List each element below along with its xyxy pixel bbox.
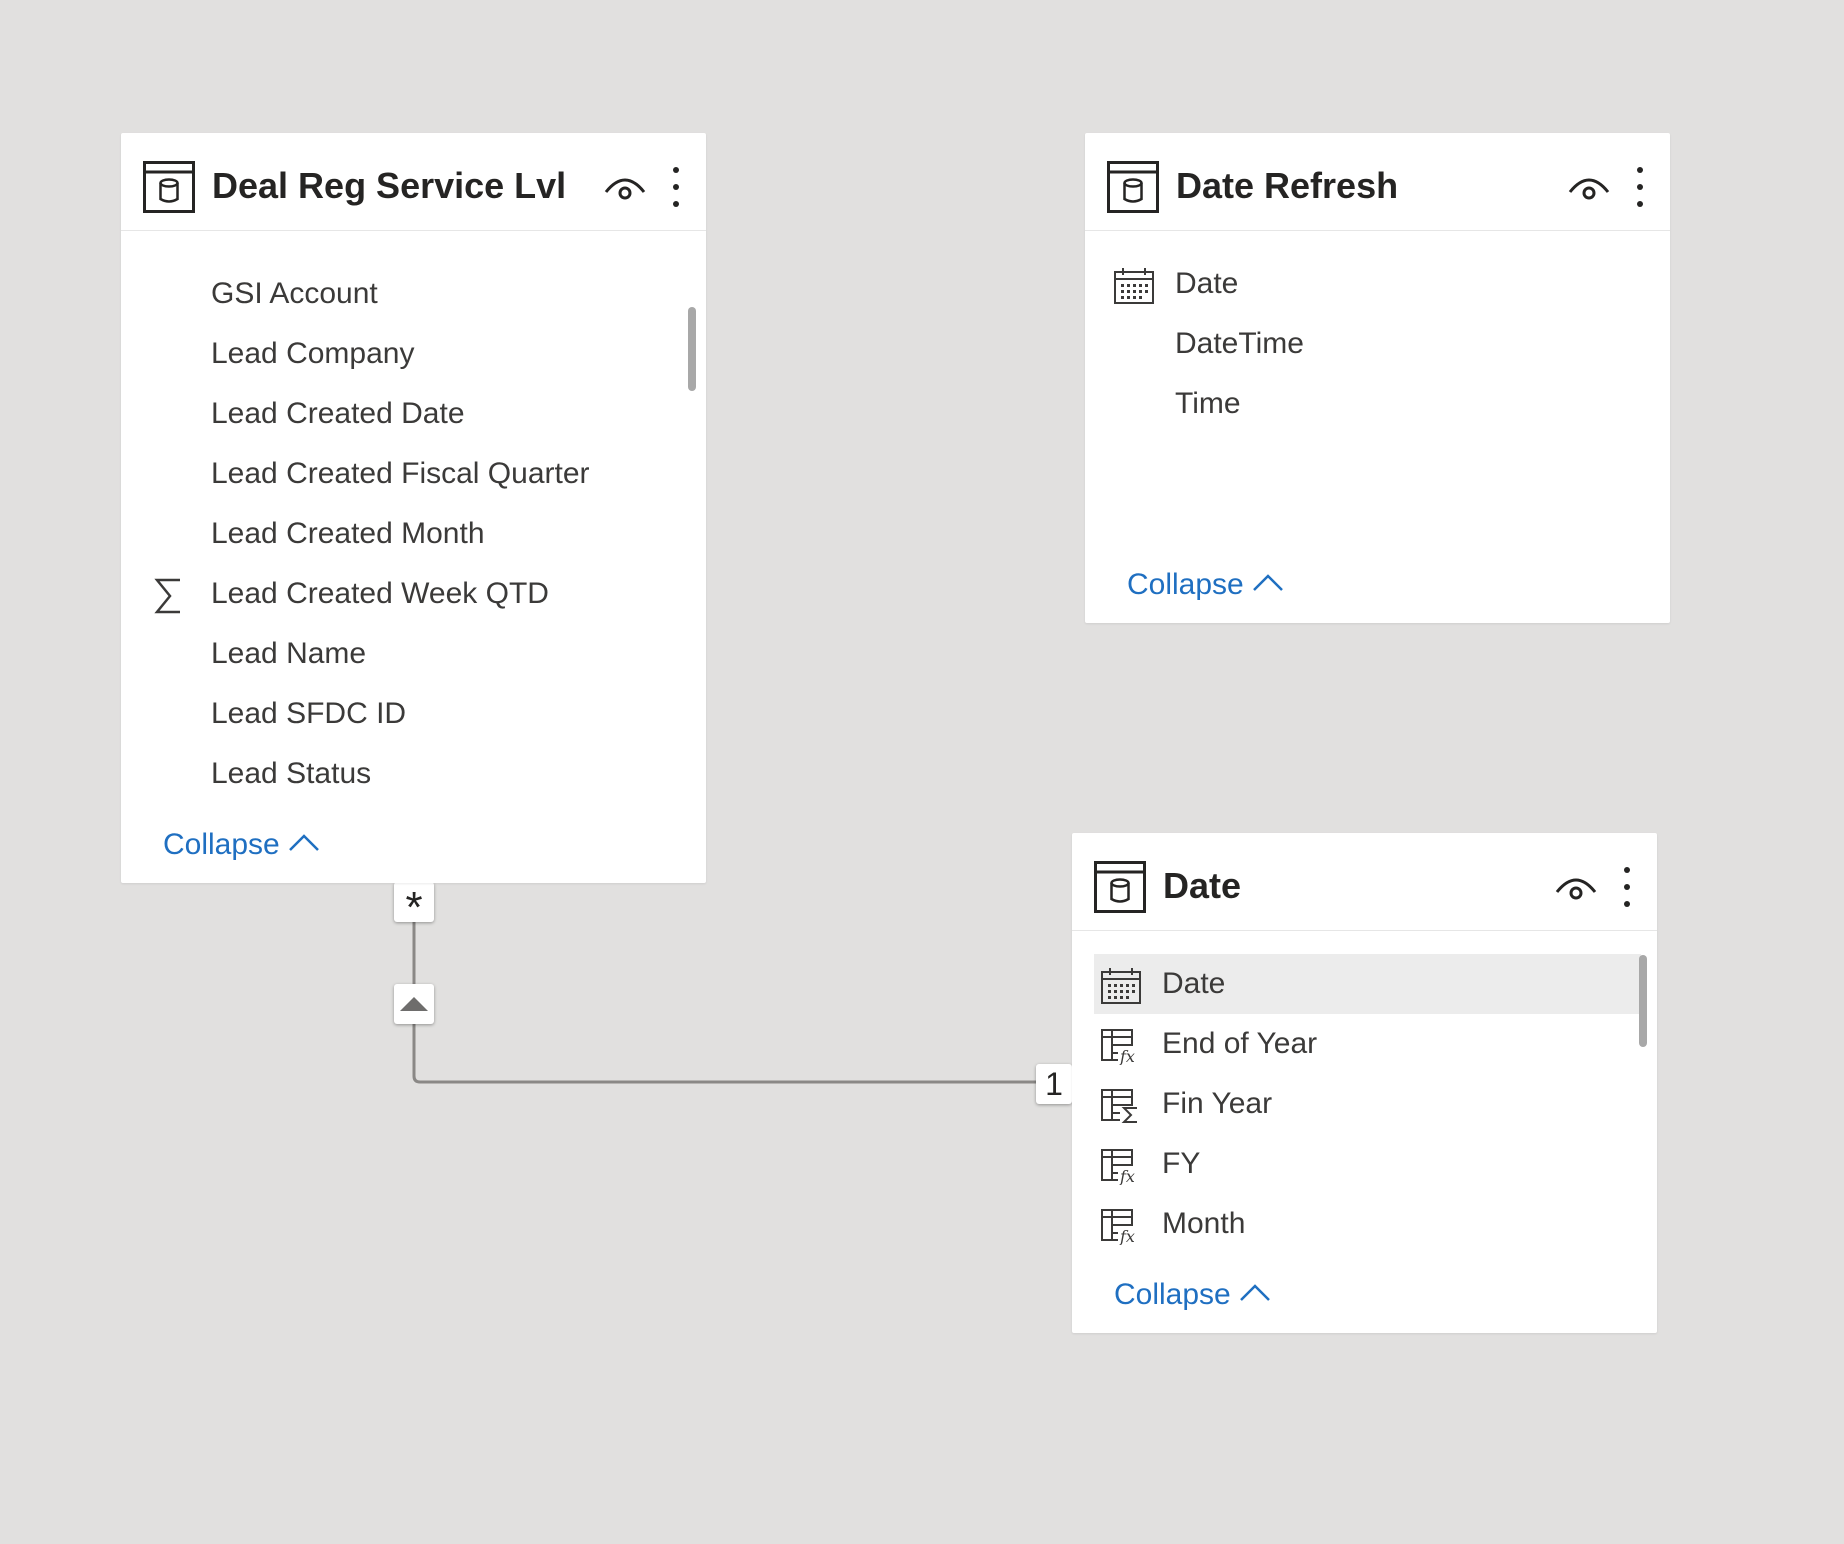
- chevron-up-icon: [1239, 1284, 1270, 1301]
- many-cardinality-badge[interactable]: *: [394, 882, 434, 932]
- field-row[interactable]: Time: [1085, 374, 1670, 434]
- field-label: Date: [1162, 967, 1226, 1000]
- field-label: Fin Year: [1162, 1087, 1273, 1120]
- table-title: Date Refresh: [1176, 165, 1399, 206]
- table-card-date-refresh[interactable]: Date Refresh Date DateTime Time Collapse: [1085, 133, 1670, 623]
- field-row[interactable]: Lead Status: [121, 744, 706, 804]
- eye-icon[interactable]: [1554, 870, 1598, 904]
- field-label: Date: [1175, 267, 1239, 300]
- svg-text:fx: fx: [1119, 1227, 1135, 1245]
- field-row[interactable]: Lead Created Date: [121, 384, 706, 444]
- calculated-sum-column-icon: [1101, 1089, 1142, 1125]
- calendar-icon: [1114, 268, 1154, 304]
- field-label: DateTime: [1175, 327, 1304, 360]
- collapse-label: Collapse: [1114, 1278, 1231, 1311]
- field-label: Lead Created Month: [211, 517, 485, 550]
- one-cardinality-label: 1: [1045, 1066, 1063, 1102]
- field-row[interactable]: fx Month: [1072, 1194, 1657, 1254]
- table-title: Date: [1163, 865, 1242, 906]
- field-label: Lead Status: [211, 757, 372, 790]
- table-icon: [1107, 161, 1159, 213]
- arrow-up-icon: [400, 997, 428, 1011]
- calculated-column-icon: fx: [1101, 1209, 1142, 1245]
- model-diagram-canvas[interactable]: * 1 Deal Reg Service Lvl GSI Account Lea…: [0, 0, 1844, 1544]
- field-row[interactable]: Lead SFDC ID: [121, 684, 706, 744]
- eye-icon[interactable]: [1567, 170, 1611, 204]
- field-row[interactable]: fx End of Year: [1072, 1014, 1657, 1074]
- many-cardinality-label: *: [405, 883, 423, 932]
- field-label: Lead Created Date: [211, 397, 465, 430]
- collapse-label: Collapse: [163, 828, 280, 861]
- field-label: GSI Account: [211, 277, 378, 310]
- sigma-icon: [154, 578, 180, 614]
- table-card-date[interactable]: Date Date fx End of Year Fin Year fx FY …: [1072, 833, 1657, 1333]
- field-label: FY: [1162, 1147, 1201, 1180]
- table-icon: [143, 161, 195, 213]
- field-row-selected[interactable]: Date: [1094, 954, 1641, 1014]
- calculated-column-icon: fx: [1101, 1029, 1142, 1065]
- table-header[interactable]: Date: [1072, 833, 1657, 931]
- field-row[interactable]: Lead Created Fiscal Quarter: [121, 444, 706, 504]
- field-row[interactable]: Lead Created Month: [121, 504, 706, 564]
- table-title: Deal Reg Service Lvl: [212, 165, 567, 206]
- field-label: Lead Name: [211, 637, 367, 670]
- chevron-up-icon: [1252, 574, 1283, 591]
- field-row[interactable]: GSI Account: [121, 264, 706, 324]
- field-label: Lead Created Fiscal Quarter: [211, 457, 590, 490]
- field-row[interactable]: Fin Year: [1072, 1074, 1657, 1134]
- field-row[interactable]: DateTime: [1085, 314, 1670, 374]
- field-label: Lead Company: [211, 337, 415, 370]
- scrollbar-thumb[interactable]: [688, 307, 696, 391]
- svg-text:fx: fx: [1119, 1167, 1135, 1185]
- collapse-button[interactable]: Collapse: [1114, 1273, 1271, 1317]
- table-header[interactable]: Date Refresh: [1085, 133, 1670, 231]
- svg-text:fx: fx: [1119, 1047, 1135, 1065]
- more-options-icon[interactable]: [670, 165, 682, 209]
- more-options-icon[interactable]: [1621, 865, 1633, 909]
- field-row[interactable]: fx FY: [1072, 1134, 1657, 1194]
- field-label: Month: [1162, 1207, 1246, 1240]
- one-cardinality-badge[interactable]: 1: [1036, 1064, 1072, 1104]
- eye-icon[interactable]: [603, 170, 647, 204]
- collapse-label: Collapse: [1127, 568, 1244, 601]
- calendar-icon: [1101, 968, 1141, 1004]
- chevron-up-icon: [288, 834, 319, 851]
- collapse-button[interactable]: Collapse: [1127, 563, 1284, 607]
- cross-filter-direction-badge[interactable]: [394, 984, 434, 1024]
- field-label: End of Year: [1162, 1027, 1318, 1060]
- table-card-deal-reg-service-lvl[interactable]: Deal Reg Service Lvl GSI Account Lead Co…: [121, 133, 706, 883]
- calculated-column-icon: fx: [1101, 1149, 1142, 1185]
- scrollbar-thumb[interactable]: [1639, 955, 1647, 1047]
- table-header[interactable]: Deal Reg Service Lvl: [121, 133, 706, 231]
- more-options-icon[interactable]: [1634, 165, 1646, 209]
- field-label: Lead Created Week QTD: [211, 577, 549, 610]
- field-row[interactable]: Lead Created Week QTD: [121, 564, 706, 624]
- collapse-button[interactable]: Collapse: [163, 823, 320, 867]
- field-label: Time: [1175, 387, 1241, 420]
- field-row[interactable]: Lead Name: [121, 624, 706, 684]
- field-label: Lead SFDC ID: [211, 697, 407, 730]
- table-icon: [1094, 861, 1146, 913]
- field-row[interactable]: Date: [1085, 254, 1670, 314]
- field-row[interactable]: Lead Company: [121, 324, 706, 384]
